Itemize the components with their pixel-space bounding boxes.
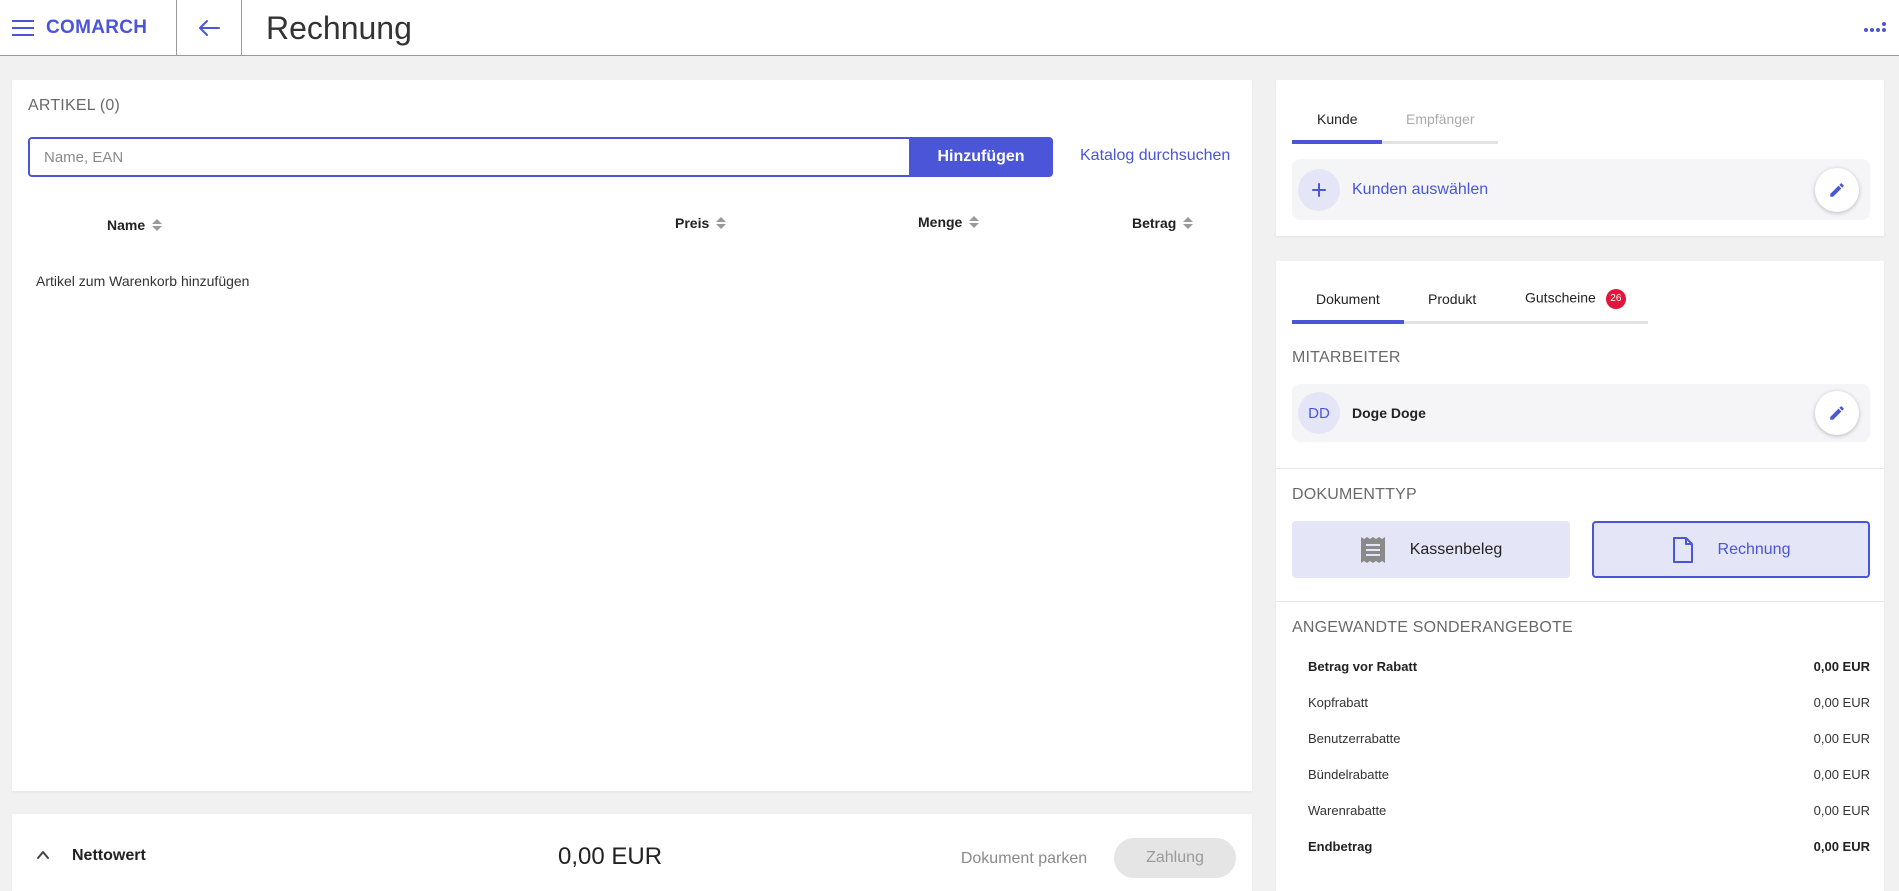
app-logo: COMARCH bbox=[46, 17, 148, 38]
back-arrow-icon bbox=[199, 19, 220, 36]
tab-product[interactable]: Produkt bbox=[1428, 291, 1476, 307]
summary-row: Warenrabatte 0,00 EUR bbox=[1308, 803, 1870, 818]
page-title: Rechnung bbox=[266, 10, 412, 46]
menu-icon[interactable] bbox=[12, 20, 34, 36]
doctype-heading: DOKUMENTTYP bbox=[1292, 486, 1417, 503]
column-header-amount[interactable]: Betrag bbox=[1132, 215, 1194, 231]
select-customer-row[interactable]: Kunden auswählen bbox=[1292, 159, 1870, 220]
document-panel: Dokument Produkt Gutscheine 26 MITARBEITE… bbox=[1276, 261, 1884, 891]
sort-icon bbox=[969, 216, 980, 228]
tab-vouchers[interactable]: Gutscheine 26 bbox=[1525, 289, 1626, 309]
tab-document[interactable]: Dokument bbox=[1316, 291, 1380, 307]
pencil-icon bbox=[1830, 183, 1844, 197]
edit-employee-button[interactable] bbox=[1815, 391, 1859, 435]
column-header-quantity[interactable]: Menge bbox=[918, 214, 980, 230]
top-bar: COMARCH Rechnung bbox=[0, 0, 1899, 56]
totals-bar: Nettowert 0,00 EUR Dokument parken Zahlu… bbox=[12, 814, 1252, 891]
column-header-name[interactable]: Name bbox=[107, 217, 163, 233]
divider bbox=[1276, 601, 1884, 602]
tab-recipient[interactable]: Empfänger bbox=[1406, 111, 1474, 127]
divider bbox=[1276, 468, 1884, 469]
tab-indicator bbox=[1292, 320, 1404, 324]
doctype-invoice-button[interactable]: Rechnung bbox=[1592, 521, 1870, 578]
employee-row: DD Doge Doge bbox=[1292, 384, 1870, 442]
receipt-icon bbox=[1360, 536, 1386, 564]
sort-icon bbox=[716, 217, 727, 229]
articles-heading: ARTIKEL (0) bbox=[28, 97, 121, 114]
chevron-up-icon[interactable] bbox=[36, 848, 50, 862]
offers-heading: ANGEWANDTE SONDERANGEBOTE bbox=[1292, 619, 1573, 636]
empty-cart-text: Artikel zum Warenkorb hinzufügen bbox=[36, 273, 250, 289]
plus-icon bbox=[1298, 169, 1340, 211]
summary-row: Kopfrabatt 0,00 EUR bbox=[1308, 695, 1870, 710]
pencil-icon bbox=[1830, 406, 1844, 420]
articles-panel: ARTIKEL (0) Hinzufügen Katalog durchsuch… bbox=[12, 80, 1252, 791]
sort-icon bbox=[152, 219, 163, 231]
select-customer-label: Kunden auswählen bbox=[1352, 181, 1489, 198]
payment-button[interactable]: Zahlung bbox=[1114, 838, 1236, 878]
document-icon bbox=[1672, 536, 1694, 564]
summary-row: Betrag vor Rabatt 0,00 EUR bbox=[1308, 659, 1870, 674]
search-input[interactable] bbox=[28, 137, 909, 177]
edit-customer-button[interactable] bbox=[1815, 168, 1859, 212]
employee-name: Doge Doge bbox=[1352, 405, 1426, 421]
summary-row: Bündelrabatte 0,00 EUR bbox=[1308, 767, 1870, 782]
employee-heading: MITARBEITER bbox=[1292, 349, 1401, 366]
net-value-label: Nettowert bbox=[72, 847, 146, 864]
avatar: DD bbox=[1298, 392, 1340, 434]
more-icon[interactable] bbox=[1862, 20, 1888, 36]
add-button[interactable]: Hinzufügen bbox=[909, 137, 1053, 177]
tab-indicator bbox=[1292, 140, 1382, 144]
summary-row: Benutzerrabatte 0,00 EUR bbox=[1308, 731, 1870, 746]
customer-panel: Kunde Empfänger Kunden auswählen bbox=[1276, 80, 1884, 236]
column-header-price[interactable]: Preis bbox=[675, 215, 727, 231]
catalog-link[interactable]: Katalog durchsuchen bbox=[1080, 147, 1230, 165]
net-value-amount: 0,00 EUR bbox=[558, 843, 663, 870]
divider bbox=[241, 0, 242, 55]
sort-icon bbox=[1183, 217, 1194, 229]
back-button[interactable] bbox=[177, 0, 241, 55]
voucher-count-badge: 26 bbox=[1605, 289, 1626, 309]
doctype-receipt-label: Kassenbeleg bbox=[1409, 540, 1503, 558]
doctype-receipt-button[interactable]: Kassenbeleg bbox=[1292, 521, 1570, 578]
summary-row-total: Endbetrag 0,00 EUR bbox=[1308, 839, 1870, 854]
park-document-button[interactable]: Dokument parken bbox=[944, 840, 1104, 878]
tab-customer[interactable]: Kunde bbox=[1317, 111, 1357, 127]
doctype-invoice-label: Rechnung bbox=[1717, 540, 1791, 558]
